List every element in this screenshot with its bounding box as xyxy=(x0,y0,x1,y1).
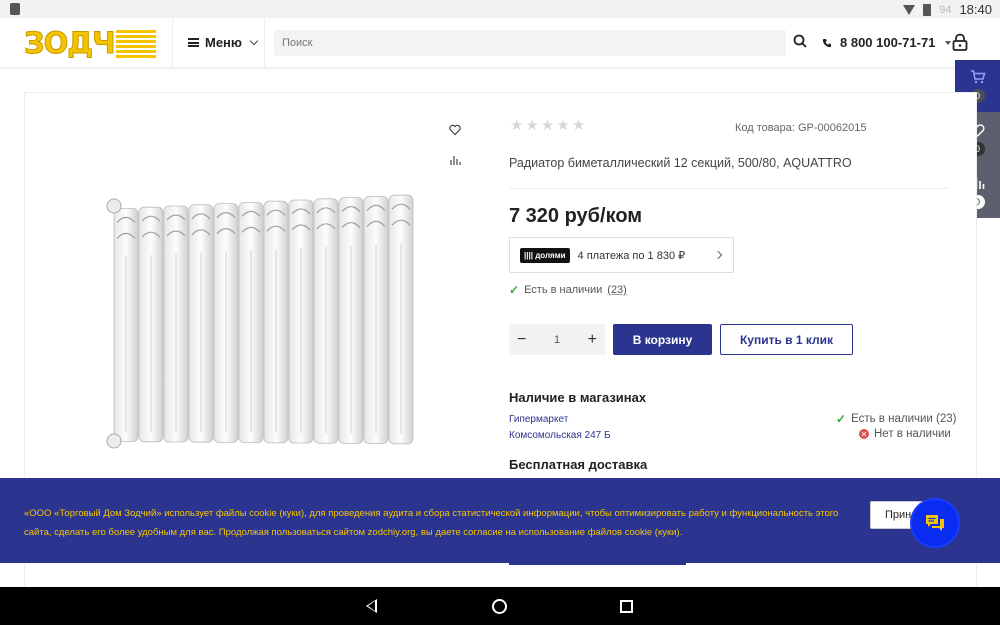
quantity-stepper: − 1 + xyxy=(509,324,605,355)
stores-title: Наличие в магазинах xyxy=(509,390,647,405)
battery-icon xyxy=(923,3,932,16)
wifi-icon xyxy=(903,4,916,15)
phone-link[interactable]: 8 800 100-71-71 xyxy=(822,35,952,50)
search-icon[interactable] xyxy=(793,34,807,48)
home-icon[interactable] xyxy=(492,599,507,614)
product-sku: Код товара: GP-00062015 xyxy=(735,122,867,134)
installments-banner[interactable]: |||| долями 4 платежа по 1 830 ₽ xyxy=(509,237,734,273)
quantity-value[interactable]: 1 xyxy=(554,334,560,346)
compare-icon[interactable] xyxy=(449,154,461,166)
cookie-text: «ООО «Торговый Дом Зодчий» использует фа… xyxy=(24,508,839,538)
chat-icon xyxy=(926,515,944,531)
store-status-in-stock-text: Есть в наличии (23) xyxy=(851,413,957,425)
check-icon: ✓ xyxy=(836,412,847,426)
store-status-out-of-stock-text: Нет в наличии xyxy=(874,428,951,440)
dolyami-logo-text: долями xyxy=(535,250,566,260)
store-status-in-stock: ✓ Есть в наличии (23) xyxy=(836,412,956,426)
star-icon: ★ xyxy=(510,117,524,134)
product-title: Радиатор биметаллический 12 секций, 500/… xyxy=(509,156,852,170)
divider xyxy=(509,188,949,189)
quantity-increase-button[interactable]: + xyxy=(588,331,597,349)
star-icon: ★ xyxy=(571,117,586,134)
header-divider xyxy=(264,18,265,68)
buy-one-click-button[interactable]: Купить в 1 клик xyxy=(720,324,853,355)
battery-percent: 94 xyxy=(939,3,952,16)
delivery-title: Бесплатная доставка xyxy=(509,457,648,472)
site-header: ЗОДЧ Меню 8 800 100-71-71 xyxy=(0,18,1000,68)
logo-text: ЗОДЧ xyxy=(24,26,117,61)
logo-stripes xyxy=(116,28,156,58)
close-icon: ✕ xyxy=(859,429,869,439)
quantity-decrease-button[interactable]: − xyxy=(517,331,526,349)
star-icon: ★ xyxy=(525,117,539,134)
lock-icon[interactable] xyxy=(951,33,969,51)
system-nav-bar xyxy=(0,587,1000,625)
add-to-cart-button[interactable]: В корзину xyxy=(613,324,712,355)
notification-icon xyxy=(10,3,20,15)
back-icon[interactable] xyxy=(366,599,377,613)
product-image[interactable] xyxy=(104,186,418,466)
header-divider xyxy=(172,18,173,68)
phone-number: 8 800 100-71-71 xyxy=(840,35,936,50)
chat-button[interactable] xyxy=(912,500,958,546)
clock: 18:40 xyxy=(959,2,992,17)
menu-button[interactable]: Меню xyxy=(188,35,259,50)
recent-apps-icon[interactable] xyxy=(620,600,633,613)
installments-text: 4 платежа по 1 830 ₽ xyxy=(577,249,686,262)
store-status-out-of-stock: ✕ Нет в наличии xyxy=(859,428,951,440)
chevron-down-icon xyxy=(249,36,259,46)
site-logo[interactable]: ЗОДЧ xyxy=(24,26,156,61)
status-bar: 94 18:40 xyxy=(0,0,1000,18)
heart-icon[interactable] xyxy=(449,124,461,136)
availability-count[interactable]: (23) xyxy=(607,284,627,296)
chevron-right-icon xyxy=(713,250,723,260)
cart-icon xyxy=(970,69,985,83)
availability-label: Есть в наличии xyxy=(524,284,603,296)
store-type[interactable]: Гипермаркет xyxy=(509,414,568,425)
check-icon: ✓ xyxy=(509,283,520,297)
availability-status: ✓ Есть в наличии (23) xyxy=(509,283,627,297)
search-input[interactable] xyxy=(274,30,786,56)
product-price: 7 320 руб/ком xyxy=(509,205,643,227)
star-icon: ★ xyxy=(540,117,555,134)
hamburger-icon xyxy=(188,38,199,47)
phone-icon xyxy=(822,38,831,47)
store-address[interactable]: Комсомольская 247 Б xyxy=(509,430,611,441)
rating-stars[interactable]: ★ ★ ★ ★ ★ xyxy=(510,118,585,133)
dolyami-logo: |||| долями xyxy=(520,247,570,263)
star-icon: ★ xyxy=(556,117,570,134)
cookie-banner: «ООО «Торговый Дом Зодчий» использует фа… xyxy=(0,478,1000,563)
menu-label: Меню xyxy=(205,35,243,50)
